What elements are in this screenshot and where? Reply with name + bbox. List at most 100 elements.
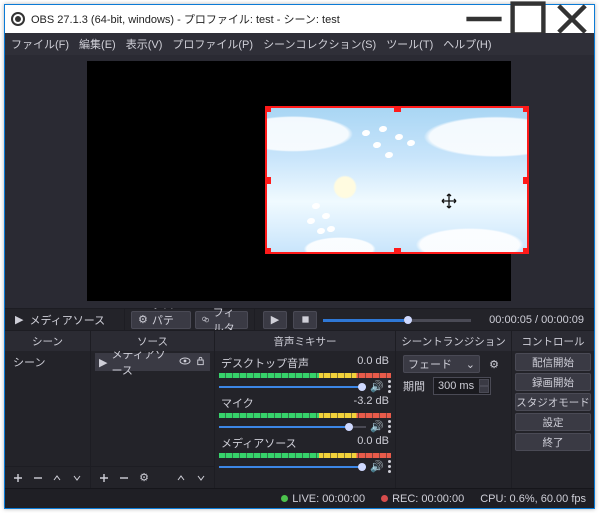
stop-icon	[301, 315, 310, 324]
sources-toolbar: ⚙	[91, 466, 214, 488]
controls-panel: コントロール 配信開始 録画開始 スタジオモード 設定 終了	[512, 331, 594, 488]
gear-icon: ⚙	[138, 313, 148, 326]
close-button[interactable]	[550, 5, 594, 33]
duration-input[interactable]: 300 ms	[433, 377, 491, 395]
volume-slider[interactable]	[219, 423, 366, 431]
scene-up-button[interactable]	[48, 469, 68, 487]
menu-scenecollection[interactable]: シーンコレクション(S)	[263, 36, 376, 52]
volume-slider[interactable]	[219, 463, 366, 471]
menu-bar: ファイル(F) 編集(E) 表示(V) プロファイル(P) シーンコレクション(…	[5, 33, 594, 55]
sources-panel: ソース ▶ メディアソース ⚙	[91, 331, 215, 488]
mixer-header: 音声ミキサー	[215, 331, 395, 351]
menu-profile[interactable]: プロファイル(P)	[172, 36, 253, 52]
resize-handle-w[interactable]	[265, 177, 271, 184]
level-meter	[219, 373, 391, 378]
source-settings-button[interactable]: ⚙	[134, 469, 154, 487]
resize-handle-se[interactable]	[523, 248, 529, 254]
preview-area	[5, 55, 594, 308]
play-icon: ▶	[99, 356, 107, 369]
controls-header: コントロール	[512, 331, 594, 351]
resize-handle-n[interactable]	[394, 106, 401, 112]
lock-icon[interactable]	[195, 355, 206, 369]
mixer-panel: 音声ミキサー デスクトップ音声0.0 dB 🔊 マイク-3.2 dB	[215, 331, 396, 488]
resize-handle-s[interactable]	[394, 248, 401, 254]
channel-name: マイク	[221, 395, 254, 411]
level-meter	[219, 453, 391, 458]
channel-db: -3.2 dB	[354, 395, 389, 411]
transition-header: シーントランジション	[396, 331, 511, 351]
remove-source-button[interactable]	[114, 469, 134, 487]
channel-menu-button[interactable]	[388, 420, 391, 433]
menu-tools[interactable]: ツール(T)	[386, 36, 433, 52]
speaker-icon[interactable]: 🔊	[370, 460, 384, 473]
media-seek[interactable]	[323, 315, 471, 325]
menu-edit[interactable]: 編集(E)	[79, 36, 116, 52]
channel-name: メディアソース	[221, 435, 297, 451]
resize-handle-nw[interactable]	[265, 106, 271, 112]
resize-handle-ne[interactable]	[523, 106, 529, 112]
status-cpu: CPU: 0.6%, 60.00 fps	[480, 493, 586, 505]
channel-db: 0.0 dB	[357, 355, 389, 371]
transition-settings-button[interactable]: ⚙	[484, 355, 504, 373]
channel-menu-button[interactable]	[388, 460, 391, 473]
start-streaming-button[interactable]: 配信開始	[515, 353, 591, 371]
studio-mode-button[interactable]: スタジオモード	[515, 393, 591, 411]
status-rec: REC: 00:00:00	[381, 493, 464, 505]
transition-panel: シーントランジション フェード ⌄ ⚙ 期間 300 ms	[396, 331, 512, 488]
menu-help[interactable]: ヘルプ(H)	[443, 36, 491, 52]
speaker-icon[interactable]: 🔊	[370, 380, 384, 393]
minimize-button[interactable]	[462, 5, 506, 33]
rec-led-icon	[381, 495, 388, 502]
window-title: OBS 27.1.3 (64-bit, windows) - プロファイル: t…	[31, 11, 462, 27]
scene-item-label: シーン	[13, 354, 45, 370]
status-bar: LIVE: 00:00:00 REC: 00:00:00 CPU: 0.6%, …	[5, 488, 594, 508]
level-meter	[219, 413, 391, 418]
mixer-channel: メディアソース 0.0 dB 🔊	[219, 435, 391, 473]
transition-select[interactable]: フェード ⌄	[403, 355, 480, 373]
status-live: LIVE: 00:00:00	[281, 493, 365, 505]
add-source-button[interactable]	[94, 469, 114, 487]
chevron-down-icon: ⌄	[466, 358, 475, 371]
bottom-docks: シーン シーン ソース ▶ メディアソース	[5, 330, 594, 488]
scenes-header: シーン	[5, 331, 90, 351]
app-window: OBS 27.1.3 (64-bit, windows) - プロファイル: t…	[4, 4, 595, 509]
eye-icon[interactable]	[179, 355, 191, 370]
titlebar: OBS 27.1.3 (64-bit, windows) - プロファイル: t…	[5, 5, 594, 33]
source-item-label: メディアソース	[111, 351, 175, 378]
source-down-button[interactable]	[191, 469, 211, 487]
source-item[interactable]: ▶ メディアソース	[95, 353, 210, 371]
menu-file[interactable]: ファイル(F)	[11, 36, 69, 52]
exit-button[interactable]: 終了	[515, 433, 591, 451]
selected-source[interactable]	[265, 106, 529, 254]
scene-down-button[interactable]	[67, 469, 87, 487]
start-recording-button[interactable]: 録画開始	[515, 373, 591, 391]
media-stop-button[interactable]	[293, 311, 317, 329]
scenes-toolbar	[5, 466, 90, 488]
duration-stepper[interactable]	[479, 379, 489, 393]
obs-logo-icon	[11, 12, 25, 26]
add-scene-button[interactable]	[8, 469, 28, 487]
volume-slider[interactable]	[219, 383, 366, 391]
sources-header: ソース	[91, 331, 214, 351]
filter-icon	[202, 314, 209, 325]
mixer-channel: マイク -3.2 dB 🔊	[219, 395, 391, 433]
play-icon: ▶	[271, 313, 279, 326]
channel-menu-button[interactable]	[388, 380, 391, 393]
time-current: 00:00:05	[489, 314, 532, 326]
resize-handle-e[interactable]	[523, 177, 529, 184]
media-play-button[interactable]: ▶	[263, 311, 287, 329]
properties-button[interactable]: ⚙ プロパティ	[131, 311, 191, 329]
media-time: 00:00:05 / 00:00:09	[479, 314, 594, 326]
scenes-panel: シーン シーン	[5, 331, 91, 488]
maximize-button[interactable]	[506, 5, 550, 33]
speaker-icon[interactable]: 🔊	[370, 420, 384, 433]
filters-button[interactable]: フィルタ	[195, 311, 248, 329]
scene-item[interactable]: シーン	[9, 353, 86, 371]
menu-view[interactable]: 表示(V)	[126, 36, 163, 52]
source-up-button[interactable]	[171, 469, 191, 487]
settings-button[interactable]: 設定	[515, 413, 591, 431]
transition-type: フェード	[408, 356, 452, 372]
channel-db: 0.0 dB	[357, 435, 389, 451]
resize-handle-sw[interactable]	[265, 248, 271, 254]
remove-scene-button[interactable]	[28, 469, 48, 487]
